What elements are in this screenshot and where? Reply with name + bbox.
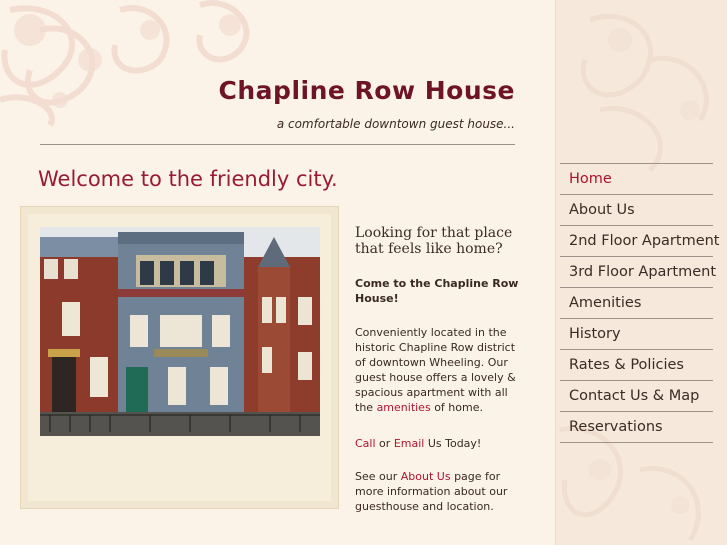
about-paragraph: See our About Us page for more informati… bbox=[355, 469, 525, 514]
site-tagline: a comfortable downtown guest house... bbox=[276, 117, 515, 131]
contact-cta: Call or Email Us Today! bbox=[355, 436, 525, 451]
about-us-link[interactable]: About Us bbox=[401, 470, 451, 483]
nav-item-reservations[interactable]: Reservations bbox=[560, 412, 713, 443]
or-text: or bbox=[379, 437, 391, 450]
intro-paragraph: Conveniently located in the historic Cha… bbox=[355, 325, 525, 415]
intro-lead-text: Come to the Chapline Row House! bbox=[355, 277, 519, 305]
nav-item-about-us[interactable]: About Us bbox=[560, 195, 713, 226]
see-text: See our bbox=[355, 470, 398, 483]
nav-item-history[interactable]: History bbox=[560, 319, 713, 350]
nav-item-amenities[interactable]: Amenities bbox=[560, 288, 713, 319]
row-houses-photo bbox=[40, 227, 320, 436]
today-text: Us Today! bbox=[427, 437, 482, 450]
nav-item-2nd-floor-apartment[interactable]: 2nd Floor Apartment bbox=[560, 226, 720, 257]
amenities-link[interactable]: amenities bbox=[377, 401, 431, 414]
nav-item-contact-map[interactable]: Contact Us & Map bbox=[560, 381, 713, 412]
intro-paragraph-end: of home. bbox=[434, 401, 483, 414]
site-title: Chapline Row House bbox=[218, 76, 515, 105]
call-link[interactable]: Call bbox=[355, 437, 376, 450]
welcome-heading: Welcome to the friendly city. bbox=[38, 167, 338, 191]
nav-item-rates-policies[interactable]: Rates & Policies bbox=[560, 350, 713, 381]
sidebar-nav: Home About Us 2nd Floor Apartment 3rd Fl… bbox=[560, 163, 720, 443]
intro-heading: Looking for that place that feels like h… bbox=[355, 225, 513, 257]
nav-item-home[interactable]: Home bbox=[560, 164, 713, 195]
email-link[interactable]: Email bbox=[394, 437, 425, 450]
header-divider bbox=[40, 144, 515, 145]
intro-lead: Come to the Chapline Row House! bbox=[355, 276, 525, 306]
nav-item-3rd-floor-apartment[interactable]: 3rd Floor Apartment bbox=[560, 257, 716, 288]
